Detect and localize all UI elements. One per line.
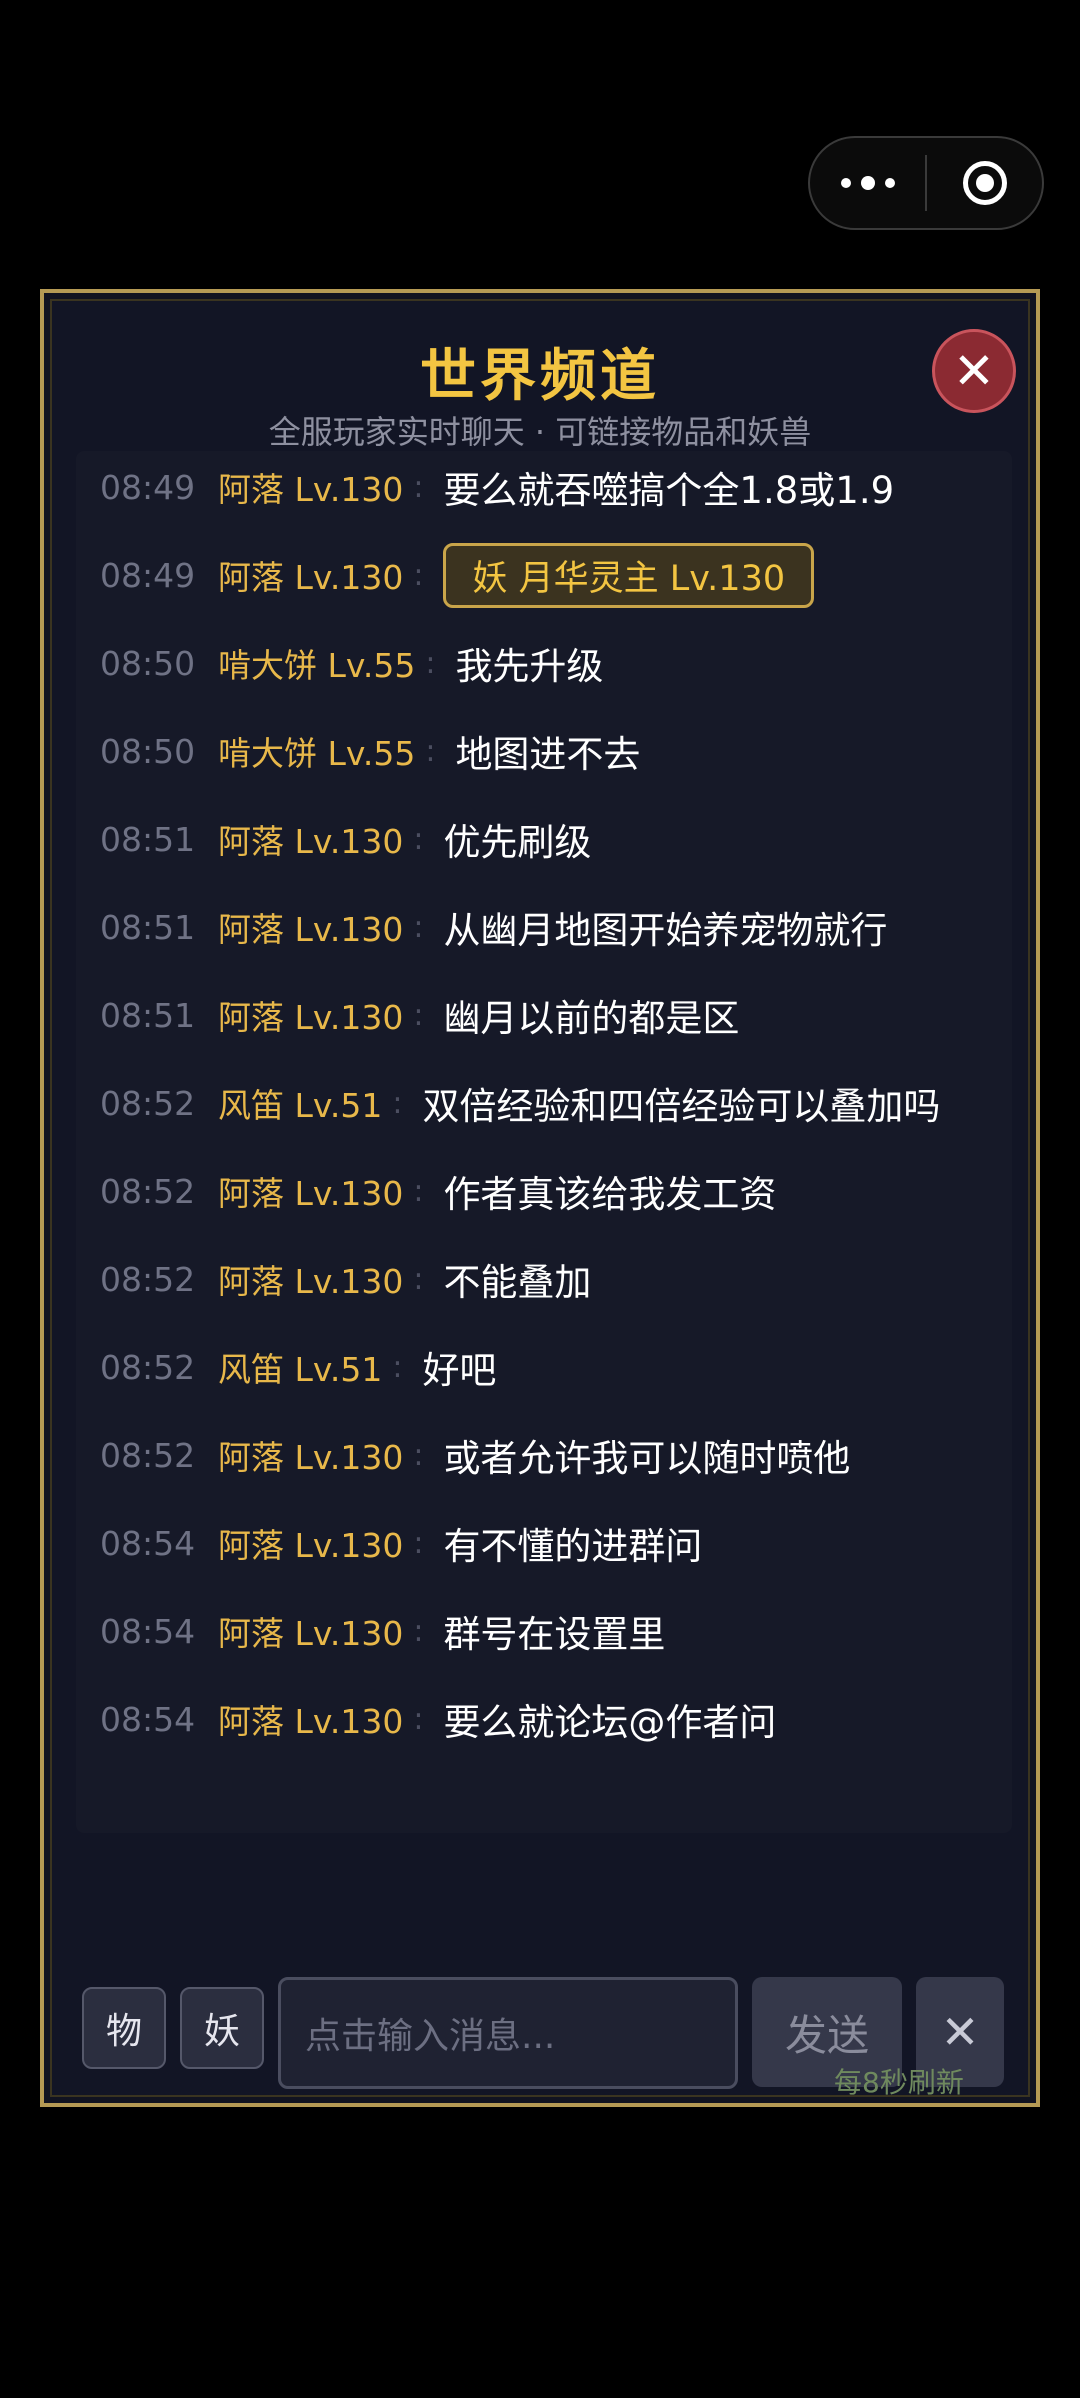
message-text: 好吧	[422, 1349, 497, 1392]
message-time: 08:54	[100, 1523, 196, 1563]
message-sender[interactable]: 阿落 Lv.130	[218, 991, 403, 1039]
list-item: 08:54 阿落 Lv.130 : 有不懂的进群问	[76, 1513, 702, 1573]
list-item: 08:49 阿落 Lv.130 : 要么就吞噬搞个全1.8或1.9	[76, 457, 894, 517]
message-colon: :	[413, 1525, 424, 1561]
dot	[840, 178, 851, 188]
list-item: 08:54 阿落 Lv.130 : 群号在设置里	[76, 1601, 665, 1661]
message-sender[interactable]: 阿落 Lv.130	[218, 1519, 403, 1567]
message-input-placeholder: 点击输入消息...	[305, 2016, 556, 2057]
message-time: 08:50	[100, 643, 196, 683]
message-text: 要么就论坛@作者问	[443, 1701, 777, 1744]
message-sender[interactable]: 阿落 Lv.130	[218, 1431, 403, 1479]
list-item: 08:52 阿落 Lv.130 : 或者允许我可以随时喷他	[76, 1425, 850, 1485]
more-dots-icon[interactable]	[810, 138, 925, 228]
message-time: 08:51	[100, 995, 196, 1035]
message-sender[interactable]: 阿落 Lv.130	[218, 1167, 403, 1215]
message-colon: :	[413, 1261, 424, 1297]
message-text: 或者允许我可以随时喷他	[443, 1437, 851, 1480]
target-ring	[962, 161, 1007, 205]
list-item: 08:52 风笛 Lv.51 : 好吧	[76, 1337, 496, 1397]
message-time: 08:52	[100, 1083, 196, 1123]
message-colon: :	[413, 1613, 424, 1649]
screen: 世界频道 全服玩家实时聊天 · 可链接物品和妖兽 ✕ 08:49 阿落 Lv.1…	[0, 0, 1080, 2398]
item-link-button[interactable]: 物	[82, 1987, 166, 2069]
close-icon: ✕	[940, 2005, 980, 2059]
list-item: 08:52 风笛 Lv.51 : 双倍经验和四倍经验可以叠加吗	[76, 1073, 940, 1133]
list-item: 08:51 阿落 Lv.130 : 从幽月地图开始养宠物就行	[76, 897, 887, 957]
message-text: 要么就吞噬搞个全1.8或1.9	[443, 469, 895, 512]
message-time: 08:51	[100, 907, 196, 947]
message-text: 群号在设置里	[443, 1613, 666, 1656]
message-time: 08:52	[100, 1347, 196, 1387]
message-sender[interactable]: 阿落 Lv.130	[218, 1255, 403, 1303]
miniprogram-capsule	[808, 136, 1044, 230]
message-sender[interactable]: 阿落 Lv.130	[218, 551, 403, 599]
list-item: 08:50 啃大饼 Lv.55 : 我先升级	[76, 633, 603, 693]
message-colon: :	[413, 1437, 424, 1473]
panel-subtitle: 全服玩家实时聊天 · 可链接物品和妖兽	[268, 413, 812, 451]
message-time: 08:50	[100, 731, 196, 771]
message-colon: :	[413, 821, 424, 857]
message-text: 双倍经验和四倍经验可以叠加吗	[422, 1085, 941, 1128]
dot	[860, 176, 875, 190]
message-colon: :	[392, 1085, 403, 1121]
message-time: 08:52	[100, 1435, 196, 1475]
message-colon: :	[425, 645, 436, 681]
message-colon: :	[413, 1173, 424, 1209]
message-colon: :	[425, 733, 436, 769]
world-channel-panel: 世界频道 全服玩家实时聊天 · 可链接物品和妖兽 ✕ 08:49 阿落 Lv.1…	[40, 289, 1040, 2107]
message-colon: :	[413, 557, 424, 593]
target-icon[interactable]	[927, 138, 1042, 228]
message-text: 从幽月地图开始养宠物就行	[443, 909, 888, 952]
message-text: 地图进不去	[455, 733, 641, 776]
panel-inner: 世界频道 全服玩家实时聊天 · 可链接物品和妖兽 ✕ 08:49 阿落 Lv.1…	[50, 299, 1030, 2099]
message-time: 08:54	[100, 1699, 196, 1739]
message-time: 08:49	[100, 467, 196, 507]
message-colon: :	[413, 469, 424, 505]
message-input[interactable]: 点击输入消息...	[278, 1977, 738, 2089]
message-list[interactable]: 08:49 阿落 Lv.130 : 要么就吞噬搞个全1.8或1.9 08:49 …	[76, 451, 1012, 1833]
close-icon: ✕	[953, 342, 995, 400]
message-time: 08:52	[100, 1171, 196, 1211]
message-sender[interactable]: 阿落 Lv.130	[218, 903, 403, 951]
message-text: 我先升级	[455, 645, 604, 688]
message-sender[interactable]: 风笛 Lv.51	[218, 1343, 382, 1391]
list-item: 08:52 阿落 Lv.130 : 作者真该给我发工资	[76, 1161, 776, 1221]
list-item: 08:54 阿落 Lv.130 : 要么就论坛@作者问	[76, 1689, 776, 1749]
message-time: 08:52	[100, 1259, 196, 1299]
list-item: 08:51 阿落 Lv.130 : 优先刷级	[76, 809, 591, 869]
message-sender[interactable]: 啃大饼 Lv.55	[218, 727, 415, 775]
message-text: 作者真该给我发工资	[443, 1173, 777, 1216]
message-text: 有不懂的进群问	[443, 1525, 703, 1568]
message-text: 不能叠加	[443, 1261, 592, 1304]
pet-link-button[interactable]: 妖	[180, 1987, 264, 2069]
message-time: 08:49	[100, 555, 196, 595]
list-item: 08:51 阿落 Lv.130 : 幽月以前的都是区	[76, 985, 739, 1045]
panel-title: 世界频道	[420, 344, 660, 409]
close-button[interactable]: ✕	[932, 329, 1016, 413]
message-colon: :	[413, 997, 424, 1033]
message-sender[interactable]: 阿落 Lv.130	[218, 1607, 403, 1655]
message-text: 幽月以前的都是区	[443, 997, 740, 1040]
message-colon: :	[413, 1701, 424, 1737]
message-colon: :	[392, 1349, 403, 1385]
pet-link[interactable]: 妖 月华灵主 Lv.130	[443, 542, 815, 608]
message-sender[interactable]: 阿落 Lv.130	[218, 815, 403, 863]
message-time: 08:51	[100, 819, 196, 859]
message-colon: :	[413, 909, 424, 945]
list-item: 08:52 阿落 Lv.130 : 不能叠加	[76, 1249, 591, 1309]
refresh-note: 每8秒刷新	[834, 2066, 964, 2099]
message-sender[interactable]: 风笛 Lv.51	[218, 1079, 382, 1127]
message-text: 优先刷级	[443, 821, 592, 864]
message-time: 08:54	[100, 1611, 196, 1651]
message-sender[interactable]: 阿落 Lv.130	[218, 463, 403, 511]
list-item: 08:50 啃大饼 Lv.55 : 地图进不去	[76, 721, 640, 781]
dot	[884, 178, 895, 188]
message-sender[interactable]: 啃大饼 Lv.55	[218, 639, 415, 687]
message-sender[interactable]: 阿落 Lv.130	[218, 1695, 403, 1743]
target-core	[975, 174, 994, 192]
list-item: 08:49 阿落 Lv.130 : 妖 月华灵主 Lv.130	[76, 542, 815, 608]
